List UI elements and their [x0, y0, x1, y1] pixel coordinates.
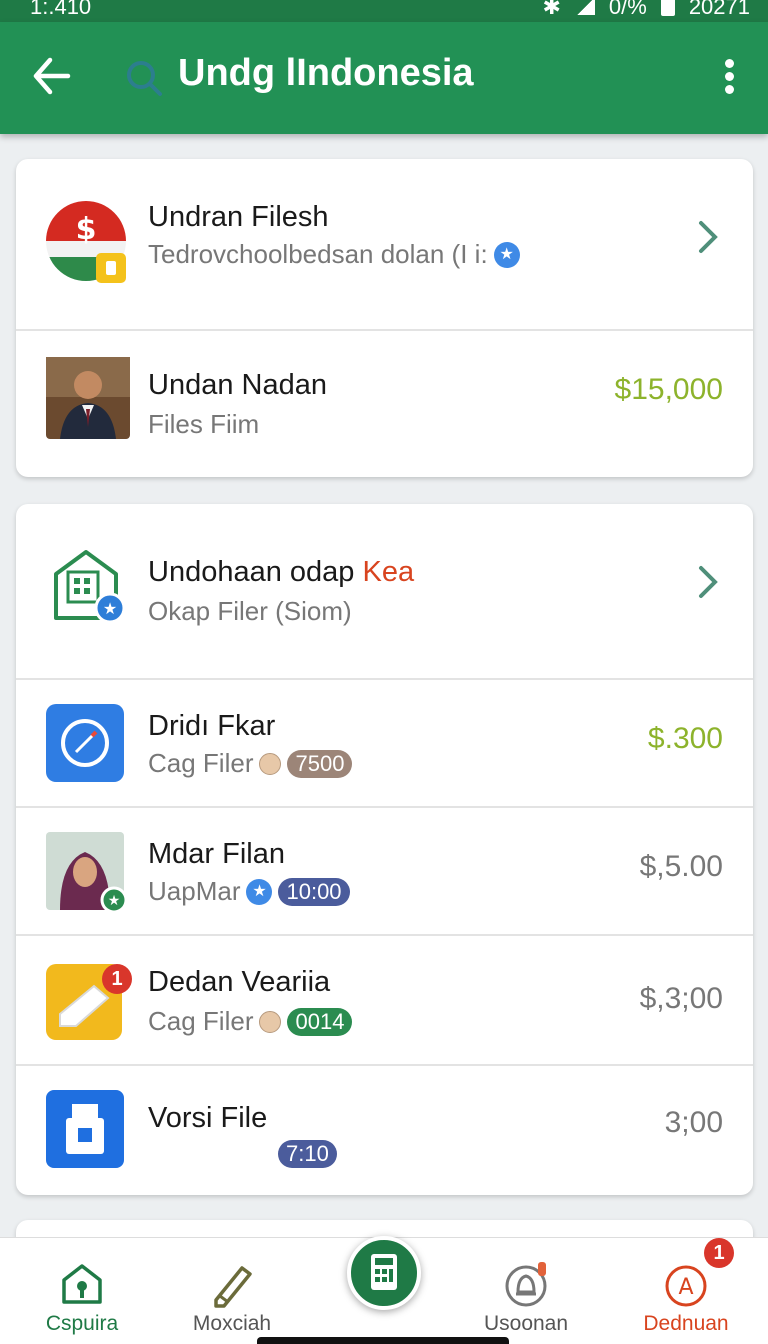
item-title: Dedan Veariia [148, 966, 331, 998]
home-lock-icon [62, 1264, 102, 1304]
item-price: $15,000 [614, 373, 723, 406]
list-card-1: $ Undran Filesh Tedrovchoolbedsan dolan … [16, 159, 753, 477]
list-item-undohaan-odap[interactable]: ★ Undohaan odap Kea Okap Filer (Siom) [16, 504, 753, 680]
item-subtitle: 7:10 [278, 1140, 337, 1168]
search-icon[interactable] [124, 58, 164, 98]
calculator-fab-button[interactable] [347, 1236, 421, 1310]
status-time: 1:.410 [30, 0, 92, 19]
flag-dollar-icon: $ [46, 201, 126, 283]
count-badge: 7500 [287, 749, 353, 778]
list-card-2: ★ Undohaan odap Kea Okap Filer (Siom) Dr… [16, 504, 753, 1195]
item-title: Vorsi File [148, 1102, 268, 1134]
item-price: 3;00 [664, 1106, 723, 1139]
notification-badge: 1 [704, 1238, 734, 1268]
nav-label: Usoonan [483, 1312, 569, 1335]
dot-icon [724, 85, 734, 94]
list-item-mdar-filan[interactable]: ★ Mdar Filan UapMar ★ 10:00 $,5.00 [16, 808, 753, 936]
pen-icon [214, 1266, 252, 1308]
overflow-menu-button[interactable] [712, 56, 746, 104]
nav-item-moxciah[interactable]: Moxciah [162, 1250, 302, 1340]
status-bar: 1:.410 ✱ 0/% 20271 [0, 0, 768, 22]
emoji-icon [259, 1010, 282, 1033]
dot-icon [724, 59, 734, 68]
battery-icon [660, 0, 675, 16]
item-title: Undan Nadan [148, 369, 327, 401]
emoji-icon [259, 752, 282, 775]
item-price: $,5.00 [639, 850, 723, 883]
nav-item-usoonan[interactable]: Usoonan [456, 1250, 596, 1340]
item-subtitle-text: Cag Filer [148, 1006, 254, 1036]
time-badge: 10:00 [278, 877, 350, 906]
svg-text:$: $ [76, 212, 97, 247]
item-subtitle: UapMar ★ 10:00 [148, 876, 350, 907]
count-badge: 0014 [287, 1007, 353, 1036]
svg-text:A: A [678, 1275, 693, 1300]
time-badge: 7:10 [278, 1140, 337, 1168]
nav-item-cspuira[interactable]: Cspuira [12, 1250, 152, 1340]
item-subtitle: Tedrovchoolbedsan dolan (I i: ★ [148, 239, 520, 270]
nav-label: Dednuan [643, 1312, 729, 1335]
item-price: $.300 [647, 722, 723, 755]
status-icons: ✱ 0/% 20271 [542, 0, 750, 20]
svg-text:★: ★ [103, 599, 117, 618]
notification-badge: 1 [102, 964, 132, 994]
chevron-right-icon [699, 221, 718, 253]
item-subtitle: Files Fiim [148, 409, 260, 439]
item-title: Undohaan odap Kea [148, 556, 414, 589]
list-item-dedan-veariia[interactable]: 1 Dedan Veariia Cag Filer 0014 $,3;00 [16, 936, 753, 1066]
verified-star-icon: ★ [493, 241, 520, 268]
dot-icon [724, 72, 734, 81]
item-title: Mdar Filan [148, 838, 285, 870]
app-bar: Undg lIndonesia [0, 22, 768, 134]
chevron-right-icon [699, 566, 718, 598]
item-price: $,3;00 [639, 982, 723, 1015]
item-subtitle-text: Cag Filer [148, 748, 254, 778]
battery-percent: 0/% [608, 0, 647, 19]
building-icon: ★ [54, 550, 126, 624]
nav-item-dednuan[interactable]: A 1 Dednuan [616, 1238, 756, 1340]
woman-portrait-avatar: ★ [46, 832, 128, 914]
nav-label: Moxciah [192, 1312, 272, 1335]
nav-label: Cspuira [45, 1312, 119, 1335]
item-subtitle-text: Tedrovchoolbedsan dolan (I i: [148, 239, 488, 269]
arrow-left-icon [33, 57, 71, 95]
page-title: Undg lIndonesia [178, 52, 474, 94]
item-subtitle-text: UapMar [148, 876, 241, 906]
bell-icon [505, 1262, 547, 1307]
usb-app-icon [46, 1090, 124, 1168]
man-portrait-avatar [46, 357, 130, 439]
item-subtitle: Cag Filer 0014 [148, 1006, 353, 1037]
item-subtitle: Okap Filer (Siom) [148, 596, 352, 626]
home-indicator[interactable] [257, 1337, 509, 1344]
item-title-accent: Kea [362, 556, 415, 588]
compass-app-icon [46, 704, 124, 782]
list-item-dridi-fkar[interactable]: Dridı Fkar Cag Filer 7500 $.300 [16, 680, 753, 808]
svg-text:★: ★ [108, 893, 121, 909]
triangle-alert-icon: A [665, 1265, 707, 1307]
list-item-undan-nadan[interactable]: Undan Nadan Files Fiim $15,000 [16, 331, 753, 477]
status-right-text: 20271 [688, 0, 750, 19]
verified-star-icon: ★ [246, 878, 273, 905]
list-item-undran-filesh[interactable]: $ Undran Filesh Tedrovchoolbedsan dolan … [16, 159, 753, 331]
item-title: Undran Filesh [148, 201, 329, 233]
signal-icon [574, 0, 595, 15]
item-title: Dridı Fkar [148, 710, 276, 742]
list-item-vorsi-file[interactable]: Vorsi File 7:10 3;00 [16, 1066, 753, 1195]
item-subtitle: Cag Filer 7500 [148, 748, 353, 779]
item-title-main: Undohaan odap [148, 556, 355, 588]
bluetooth-icon: ✱ [542, 0, 561, 19]
calculator-icon [371, 1254, 397, 1290]
back-button[interactable] [28, 48, 80, 104]
